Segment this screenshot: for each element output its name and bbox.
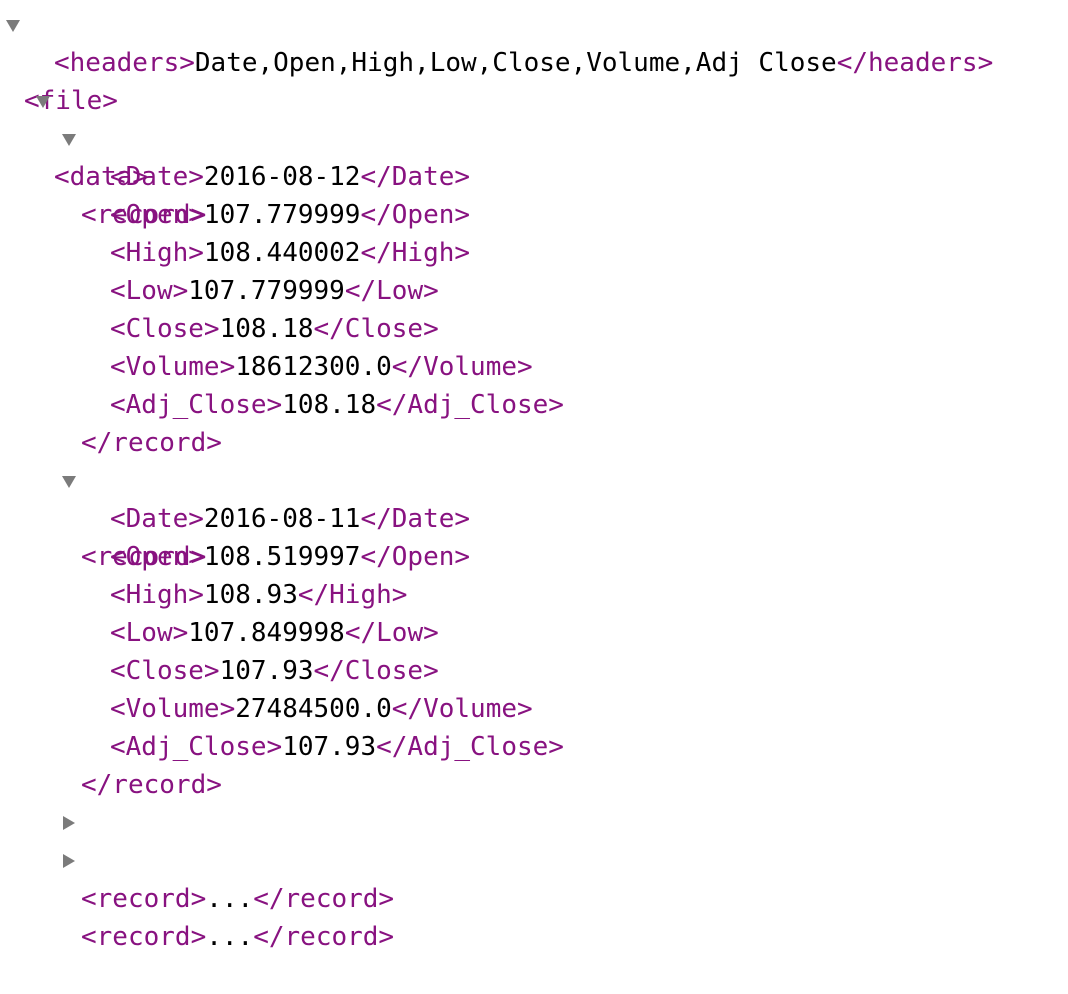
field-open-tag: <Date>	[110, 162, 204, 192]
triangle-right-icon[interactable]	[63, 816, 75, 830]
field-close-tag: </Open>	[360, 200, 471, 230]
field-close-tag: </Volume>	[391, 694, 533, 724]
record-ellipsis: ...	[206, 922, 254, 952]
field-close-tag: </High>	[297, 580, 408, 610]
field-open-tag: <High>	[110, 580, 204, 610]
field-close-tag: </High>	[360, 238, 471, 268]
field-adj-close: <Adj_Close>108.18</Adj_Close>	[110, 386, 564, 424]
field-low: <Low>107.849998</Low>	[110, 614, 439, 652]
field-close-tag: </Close>	[313, 314, 439, 344]
field-value: 108.519997	[203, 542, 361, 572]
field-date: <Date>2016-08-11</Date>	[110, 500, 470, 538]
headers-node: <headers>Date,Open,High,Low,Close,Volume…	[54, 44, 993, 82]
field-value: 107.93	[219, 656, 314, 686]
field-open-tag: <Low>	[110, 618, 189, 648]
field-value: 108.18	[282, 390, 377, 420]
record-node: <record>	[0, 462, 300, 572]
triangle-down-icon[interactable]	[62, 476, 76, 488]
field-value: 107.779999	[203, 200, 361, 230]
record-open-tag: <record>	[81, 884, 207, 914]
field-value: 2016-08-12	[203, 162, 361, 192]
collapsed-record-line[interactable]: <record>...</record>	[81, 918, 394, 956]
field-open-tag: <Volume>	[110, 352, 236, 382]
field-open-tag: <Open>	[110, 542, 204, 572]
record-node: <record>	[0, 120, 300, 230]
field-open-tag: <High>	[110, 238, 204, 268]
headers-open-tag: <headers>	[54, 48, 195, 78]
field-low: <Low>107.779999</Low>	[110, 272, 439, 310]
field-close-tag: </Volume>	[391, 352, 533, 382]
field-open: <Open>108.519997</Open>	[110, 538, 470, 576]
field-high: <High>108.93</High>	[110, 576, 407, 614]
field-close-tag: </Low>	[344, 276, 439, 306]
field-close: <Close>107.93</Close>	[110, 652, 439, 690]
record-close-node: </record>	[81, 424, 222, 462]
record-ellipsis: ...	[206, 884, 254, 914]
field-value: 108.440002	[203, 238, 361, 268]
field-open-tag: <Open>	[110, 200, 204, 230]
field-high: <High>108.440002</High>	[110, 234, 470, 272]
field-value: 27484500.0	[235, 694, 392, 724]
field-date: <Date>2016-08-12</Date>	[110, 158, 470, 196]
field-open-tag: <Date>	[110, 504, 204, 534]
triangle-down-icon[interactable]	[62, 134, 76, 146]
field-open-tag: <Adj_Close>	[110, 390, 283, 420]
triangle-down-icon[interactable]	[6, 20, 20, 32]
field-value: 108.93	[203, 580, 298, 610]
field-open-tag: <Close>	[110, 314, 220, 344]
triangle-right-icon[interactable]	[63, 854, 75, 868]
field-value: 107.849998	[188, 618, 345, 648]
field-open: <Open>107.779999</Open>	[110, 196, 470, 234]
file-node: <file>	[0, 6, 1068, 116]
field-value: 107.779999	[188, 276, 345, 306]
record-close-tag: </record>	[81, 428, 222, 458]
headers-value: Date,Open,High,Low,Close,Volume,Adj Clos…	[194, 48, 837, 78]
record-open-tag: <record>	[81, 922, 207, 952]
record-close-tag: </record>	[253, 922, 395, 952]
field-open-tag: <Close>	[110, 656, 220, 686]
field-close-tag: </Low>	[344, 618, 439, 648]
field-close-tag: </Open>	[360, 542, 471, 572]
data-node: <data>	[0, 82, 300, 192]
triangle-down-icon[interactable]	[36, 96, 50, 108]
field-open-tag: <Adj_Close>	[110, 732, 283, 762]
field-close-tag: </Date>	[360, 504, 471, 534]
field-open-tag: <Volume>	[110, 694, 236, 724]
field-close-tag: </Adj_Close>	[376, 390, 564, 420]
field-value: 107.93	[282, 732, 377, 762]
field-close-tag: </Adj_Close>	[376, 732, 564, 762]
record-close-node: </record>	[81, 766, 222, 804]
field-value: 108.18	[219, 314, 314, 344]
collapsed-record-line[interactable]: <record>...</record>	[81, 880, 394, 918]
field-volume: <Volume>18612300.0</Volume>	[110, 348, 533, 386]
record-close-tag: </record>	[81, 770, 222, 800]
field-value: 2016-08-11	[203, 504, 361, 534]
field-open-tag: <Low>	[110, 276, 189, 306]
field-volume: <Volume>27484500.0</Volume>	[110, 690, 533, 728]
field-close: <Close>108.18</Close>	[110, 310, 439, 348]
record-close-tag: </record>	[253, 884, 395, 914]
collapsed-record-node: <record>...</record>	[0, 804, 500, 914]
field-close-tag: </Close>	[313, 656, 439, 686]
collapsed-record-node: <record>...</record>	[0, 842, 500, 952]
headers-close-tag: </headers>	[836, 48, 994, 78]
field-adj-close: <Adj_Close>107.93</Adj_Close>	[110, 728, 564, 766]
field-value: 18612300.0	[235, 352, 392, 382]
field-close-tag: </Date>	[360, 162, 471, 192]
